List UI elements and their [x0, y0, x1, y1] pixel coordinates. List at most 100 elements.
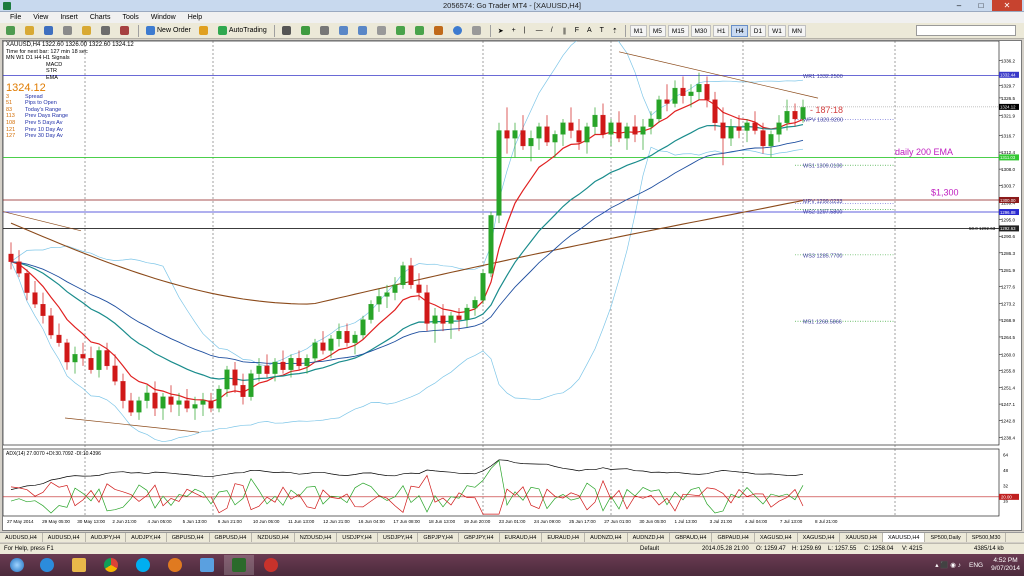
tf-w1[interactable]: W1 — [768, 24, 786, 37]
line-chart-button[interactable] — [317, 25, 334, 37]
minimize-button[interactable]: – — [948, 0, 970, 11]
stat-row: 83 Today's Range — [6, 107, 134, 114]
menu-tools[interactable]: Tools — [116, 14, 144, 21]
arrows-button[interactable]: ⇡ — [609, 25, 621, 37]
chart-canvas[interactable]: 1336.21332.41329.71326.51321.91316.71312… — [3, 41, 1021, 530]
chart-tab[interactable]: AUDUSD,H4 — [43, 533, 86, 542]
tf-m1[interactable]: M1 — [629, 24, 647, 37]
chart-tab[interactable]: GBPJPY,H4 — [418, 533, 459, 542]
chart-tab[interactable]: GBPUSD,H4 — [167, 533, 210, 542]
tf-d1[interactable]: D1 — [749, 24, 767, 37]
chart-tab[interactable]: GBPAUD,H4 — [670, 533, 713, 542]
search-input[interactable] — [916, 25, 1016, 36]
taskbar-chrome[interactable] — [96, 555, 126, 575]
tf-mn[interactable]: MN — [787, 24, 806, 37]
taskbar-explorer[interactable] — [64, 555, 94, 575]
autotrading-button[interactable]: AutoTrading — [215, 25, 270, 37]
chart-tab[interactable]: AUDNZD,H4 — [585, 533, 628, 542]
tf-m5[interactable]: M5 — [648, 24, 666, 37]
crosshair-button[interactable]: + — [509, 25, 519, 37]
indicators-button[interactable] — [431, 25, 448, 37]
tile-button[interactable] — [374, 25, 391, 37]
market-watch-button[interactable] — [41, 25, 58, 37]
periods-button[interactable] — [450, 25, 467, 37]
language-indicator[interactable]: ENG — [969, 562, 983, 569]
chart-tab[interactable]: EURAUD,H4 — [500, 533, 543, 542]
menu-window[interactable]: Window — [145, 14, 182, 21]
menu-insert[interactable]: Insert — [54, 14, 84, 21]
navigator-button[interactable] — [79, 25, 96, 37]
terminal-button[interactable] — [98, 25, 115, 37]
stat-row: 51 Pips to Open — [6, 100, 134, 107]
tf-m30[interactable]: M30 — [690, 24, 712, 37]
text-button[interactable]: A — [584, 25, 595, 37]
chart-tab[interactable]: AUDJPY,H4 — [86, 533, 127, 542]
start-button[interactable] — [2, 555, 32, 575]
chart-tab[interactable]: GBPUSD,H4 — [210, 533, 253, 542]
menu-charts[interactable]: Charts — [84, 14, 117, 21]
meta-editor-button[interactable] — [196, 25, 213, 37]
chart-tab[interactable]: NZDUSD,H4 — [295, 533, 338, 542]
chart-tab[interactable]: XAGUSD,H4 — [798, 533, 841, 542]
new-chart-button[interactable] — [3, 25, 20, 37]
zoom-out-button[interactable] — [355, 25, 372, 37]
chart-tab[interactable]: EURAUD,H4 — [542, 533, 586, 542]
chart-tab[interactable]: USDJPY,H4 — [337, 533, 378, 542]
chart-tab[interactable]: GBPJPY,H4 — [459, 533, 500, 542]
cursor-button[interactable]: ➤ — [495, 25, 507, 37]
tf-h1[interactable]: H1 — [713, 24, 730, 37]
tf-m15[interactable]: M15 — [667, 24, 689, 37]
y-tick-label: 1268.9 — [1001, 318, 1015, 323]
chart-tab[interactable]: AUDJPY,H4 — [126, 533, 167, 542]
chart-tab[interactable]: XAUUSD,H4 — [882, 533, 926, 542]
chart-tab[interactable]: SP500,M30 — [967, 533, 1007, 542]
trendline-button[interactable]: / — [548, 25, 558, 37]
taskbar-ie[interactable] — [32, 555, 62, 575]
clock[interactable]: 4:52 PM 9/07/2014 — [991, 557, 1020, 573]
taskbar-media[interactable] — [160, 555, 190, 575]
chart-window[interactable]: 1336.21332.41329.71326.51321.91316.71312… — [2, 40, 1022, 531]
horizontal-line-button[interactable]: — — [533, 25, 546, 37]
candlestick-button[interactable] — [298, 25, 315, 37]
zoom-in-button[interactable] — [336, 25, 353, 37]
menu-help[interactable]: Help — [182, 14, 208, 21]
taskbar-chart-app[interactable] — [256, 555, 286, 575]
chart-tab[interactable]: AUDNZD,H4 — [628, 533, 671, 542]
tray-icons[interactable]: ▴ ⬛ ◉ ♪ — [935, 561, 961, 569]
candle-body — [312, 342, 318, 359]
taskbar-photos[interactable] — [192, 555, 222, 575]
chrome-icon — [104, 558, 118, 572]
maximize-button[interactable]: □ — [970, 0, 992, 11]
toolbar-separator — [489, 24, 491, 37]
x-tick-label: 4 Jun 05:00 — [148, 519, 172, 524]
chart-tab[interactable]: GBPAUD,H4 — [712, 533, 755, 542]
chart-shift-button[interactable] — [412, 25, 429, 37]
taskbar-skype[interactable] — [128, 555, 158, 575]
chart-tab[interactable]: XAUUSD,H4 — [840, 533, 883, 542]
vertical-line-button[interactable]: | — [521, 25, 531, 37]
menu-view[interactable]: View — [27, 14, 54, 21]
bar-chart-button[interactable] — [279, 25, 296, 37]
chart-tab[interactable]: NZDUSD,H4 — [252, 533, 295, 542]
channel-button[interactable]: ∥ — [560, 25, 570, 37]
fibonacci-button[interactable]: F — [572, 25, 582, 37]
candle-body — [768, 134, 774, 147]
candle-body — [152, 392, 158, 409]
chart-tab[interactable]: AUDUSD,H4 — [0, 533, 43, 542]
profiles-button[interactable] — [22, 25, 39, 37]
label-button[interactable]: T — [597, 25, 607, 37]
chart-tab[interactable]: SP500,Daily — [925, 533, 967, 542]
data-window-button[interactable] — [60, 25, 77, 37]
autoscroll-button[interactable] — [393, 25, 410, 37]
chart-tab[interactable]: XAGUSD,H4 — [755, 533, 798, 542]
taskbar-mt4[interactable] — [224, 555, 254, 575]
candle-body — [608, 122, 614, 135]
x-tick-label: 30 May 13:00 — [77, 519, 105, 524]
close-button[interactable]: ✕ — [992, 0, 1022, 11]
new-order-button[interactable]: New Order — [143, 25, 194, 37]
templates-button[interactable] — [469, 25, 486, 37]
tester-button[interactable] — [117, 25, 134, 37]
chart-tab[interactable]: USDJPY,H4 — [378, 533, 419, 542]
tf-h4[interactable]: H4 — [731, 24, 748, 37]
menu-file[interactable]: File — [4, 14, 27, 21]
